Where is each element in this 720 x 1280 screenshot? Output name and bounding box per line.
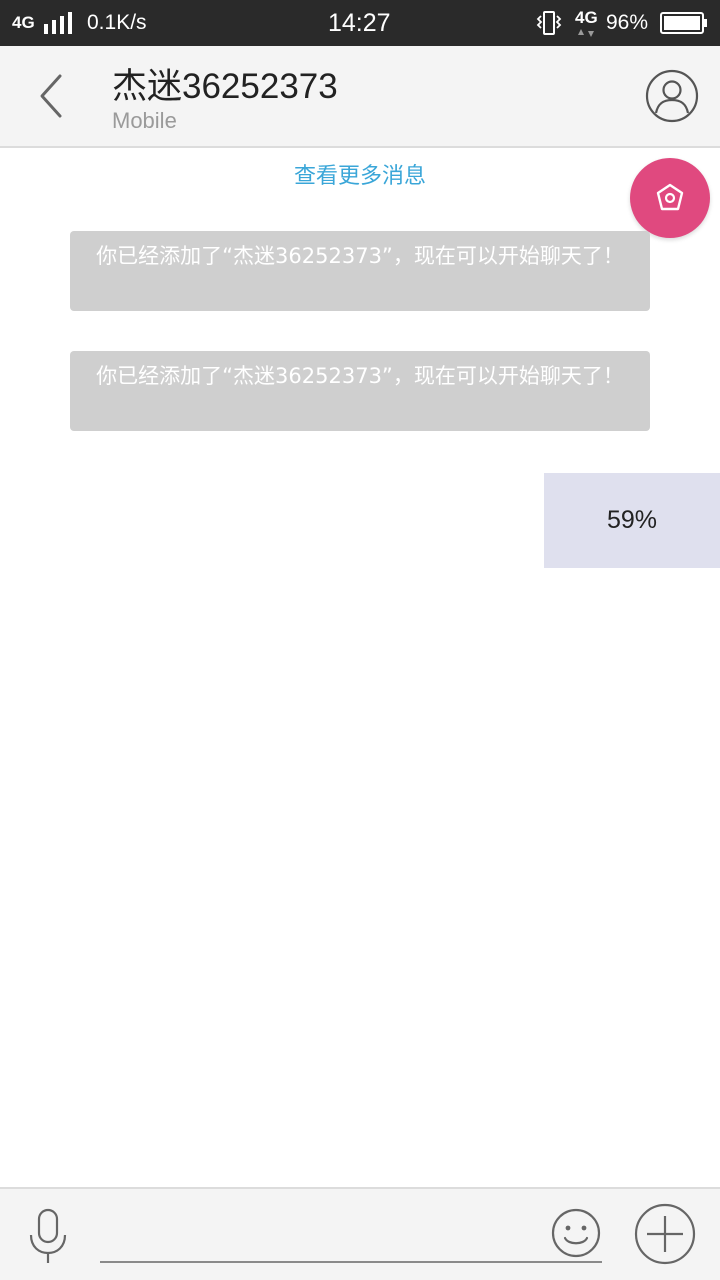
- network-type-secondary: 4G: [575, 8, 598, 27]
- network-speed: 0.1K/s: [87, 11, 147, 34]
- upload-progress-bubble[interactable]: 59%: [544, 473, 720, 568]
- battery-icon: [660, 12, 707, 34]
- back-button[interactable]: [28, 70, 76, 122]
- floating-action-button[interactable]: [630, 158, 710, 238]
- chat-screen: 4G 0.1K/s 14:27 4G 96% 杰迷36252373 Mobile…: [0, 0, 720, 1280]
- chat-header: 杰迷36252373 Mobile: [0, 46, 720, 148]
- system-message: 你已经添加了“杰迷36252373”，现在可以开始聊天了！: [70, 351, 650, 431]
- message-input[interactable]: [100, 1203, 602, 1263]
- smiley-icon[interactable]: [550, 1207, 602, 1259]
- input-bar: [0, 1187, 720, 1280]
- user-circle-icon[interactable]: [644, 68, 700, 124]
- vibrate-icon: [536, 11, 562, 35]
- battery-percent: 96%: [606, 11, 649, 34]
- microphone-icon[interactable]: [26, 1207, 70, 1265]
- clock: 14:27: [328, 9, 391, 37]
- contact-name: 杰迷36252373: [112, 67, 338, 106]
- contact-status: Mobile: [112, 108, 177, 133]
- system-message: 你已经添加了“杰迷36252373”，现在可以开始聊天了！: [70, 231, 650, 311]
- upload-progress-text: 59%: [606, 506, 658, 534]
- load-more-link[interactable]: 查看更多消息: [0, 158, 720, 190]
- signal-icon: [44, 12, 72, 34]
- plus-circle-icon[interactable]: [634, 1203, 696, 1265]
- network-type: 4G: [12, 13, 35, 32]
- data-activity-icon: [578, 29, 594, 37]
- flower-icon: [656, 183, 684, 211]
- status-bar: 4G 0.1K/s 14:27 4G 96%: [0, 0, 720, 46]
